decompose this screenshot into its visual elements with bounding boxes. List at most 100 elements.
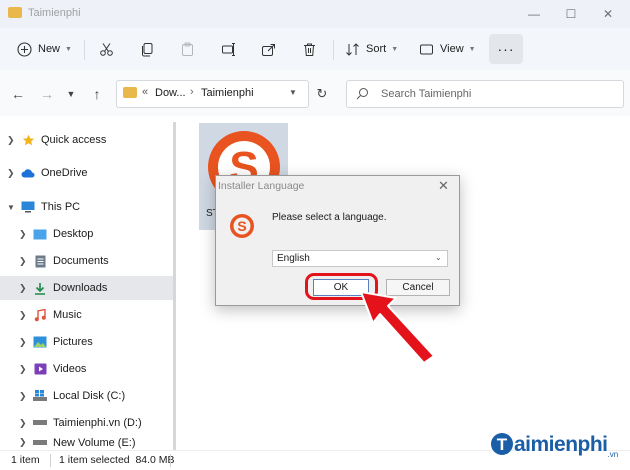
chevron-right-icon[interactable]: ❯ [19, 229, 33, 240]
svg-text:T: T [497, 435, 508, 454]
sidebar-item-desktop[interactable]: ❯ Desktop [0, 222, 182, 246]
navigation-pane: ❯ Quick access ❯ OneDrive ▼ This PC ❯ De… [0, 120, 182, 450]
plus-circle-icon [16, 41, 32, 57]
installer-language-dialog: Installer Language ✕ S Please select a l… [215, 175, 460, 306]
folder-icon [123, 87, 137, 98]
cut-button[interactable] [98, 36, 114, 62]
sort-icon [344, 41, 360, 57]
sidebar-item-label: This PC [41, 201, 81, 213]
chevron-right-icon[interactable]: ❯ [19, 283, 33, 294]
share-button[interactable] [260, 36, 276, 62]
new-button[interactable]: New ▼ [16, 36, 72, 62]
breadcrumb-separator: › [190, 86, 194, 98]
sidebar-item-label: Downloads [53, 282, 108, 294]
breadcrumb-taimienphi[interactable]: Taimienphi [201, 87, 254, 99]
view-icon [418, 41, 434, 57]
drive-icon [33, 417, 47, 429]
copy-icon [139, 41, 155, 57]
sort-button[interactable]: Sort ▼ [344, 36, 398, 62]
copy-button[interactable] [139, 36, 155, 62]
video-icon [33, 363, 47, 375]
sidebar-item-local-disk-c[interactable]: ❯ Local Disk (C:) [0, 384, 182, 408]
brand-t-icon: T [490, 431, 514, 460]
document-icon [33, 255, 47, 267]
view-button[interactable]: View ▼ [418, 36, 476, 62]
sidebar-item-downloads[interactable]: ❯ Downloads [0, 276, 182, 300]
search-placeholder: Search Taimienphi [381, 88, 472, 100]
installer-logo-icon: S [229, 213, 255, 242]
breadcrumb-overflow[interactable]: « [142, 86, 148, 98]
selection-info: 1 item selected 84.0 MB [59, 454, 175, 466]
sidebar-item-documents[interactable]: ❯ Documents [0, 249, 182, 273]
star-icon [21, 134, 35, 146]
share-icon [260, 41, 276, 57]
more-options-button[interactable]: ··· [489, 34, 523, 64]
up-button[interactable]: ↑ [88, 85, 106, 103]
sidebar-item-label: Quick access [41, 134, 107, 146]
sidebar-item-quick-access[interactable]: ❯ Quick access [0, 128, 170, 152]
svg-text:S: S [237, 218, 246, 234]
chevron-right-icon[interactable]: ❯ [19, 418, 33, 429]
chevron-down-icon: ▼ [391, 45, 399, 53]
chevron-right-icon[interactable]: ❯ [19, 256, 33, 267]
breadcrumb-downloads[interactable]: Dow... [155, 87, 186, 99]
drive-icon [33, 437, 47, 449]
sidebar-item-label: Desktop [53, 228, 94, 240]
chevron-down-icon[interactable]: ⌄ [435, 253, 442, 262]
monitor-icon [21, 201, 35, 213]
picture-icon [33, 336, 47, 348]
trash-icon [301, 41, 317, 57]
minimize-button[interactable]: — [514, 3, 554, 25]
chevron-right-icon[interactable]: ❯ [7, 135, 21, 146]
view-label: View [440, 43, 464, 55]
recent-locations-button[interactable]: ▼ [62, 85, 80, 103]
forward-button[interactable]: → [38, 85, 56, 103]
dialog-close-icon[interactable]: ✕ [438, 178, 449, 194]
sidebar-item-drive-d[interactable]: ❯ Taimienphi.vn (D:) [0, 411, 182, 435]
address-bar[interactable]: « Dow... › Taimienphi ▼ [116, 80, 309, 108]
sidebar-item-label: Videos [53, 363, 87, 375]
annotation-arrow [360, 291, 435, 364]
sidebar-item-videos[interactable]: ❯ Videos [0, 357, 182, 381]
chevron-right-icon[interactable]: ❯ [19, 437, 33, 448]
chevron-right-icon[interactable]: ❯ [19, 337, 33, 348]
sidebar-item-label: Local Disk (C:) [53, 390, 126, 402]
chevron-down-icon: ▼ [468, 45, 476, 53]
window-title: Taimienphi [28, 7, 81, 19]
chevron-right-icon[interactable]: ❯ [19, 391, 33, 402]
back-button[interactable]: ← [9, 85, 27, 103]
scissors-icon [98, 41, 114, 57]
sidebar-item-onedrive[interactable]: ❯ OneDrive [0, 161, 170, 185]
watermark-suffix: .vn [607, 450, 619, 459]
search-box[interactable]: Search Taimienphi [346, 80, 624, 108]
cloud-icon [21, 167, 35, 179]
watermark-logo: T aimienphi .vn [490, 425, 618, 465]
sidebar-item-pictures[interactable]: ❯ Pictures [0, 330, 182, 354]
dialog-title: Installer Language [218, 180, 305, 192]
chevron-right-icon[interactable]: ❯ [19, 310, 33, 321]
refresh-button[interactable]: ↻ [312, 84, 332, 104]
language-select-value: English [277, 253, 310, 264]
chevron-down-icon[interactable]: ▼ [7, 203, 21, 212]
music-note-icon [33, 308, 47, 321]
maximize-button[interactable]: ☐ [551, 3, 591, 25]
close-window-button[interactable]: ✕ [588, 3, 628, 25]
rename-button[interactable] [220, 36, 236, 62]
chevron-down-icon[interactable]: ▼ [289, 88, 297, 97]
sidebar-item-label: Pictures [53, 336, 93, 348]
chevron-right-icon[interactable]: ❯ [7, 168, 21, 179]
status-divider [170, 454, 171, 467]
new-label: New [38, 43, 61, 55]
paste-button[interactable] [179, 36, 195, 62]
chevron-right-icon[interactable]: ❯ [19, 364, 33, 375]
sidebar-item-label: New Volume (E:) [53, 437, 136, 449]
download-icon [33, 282, 47, 295]
item-count: 1 item [11, 454, 40, 466]
chevron-down-icon: ▼ [65, 45, 72, 53]
sidebar-item-this-pc[interactable]: ▼ This PC [0, 195, 170, 219]
delete-button[interactable] [301, 36, 317, 62]
sidebar-item-music[interactable]: ❯ Music [0, 303, 182, 327]
language-select[interactable]: English ⌄ [272, 250, 448, 267]
sidebar-item-drive-e[interactable]: ❯ New Volume (E:) [0, 437, 182, 450]
sort-label: Sort [366, 43, 387, 55]
